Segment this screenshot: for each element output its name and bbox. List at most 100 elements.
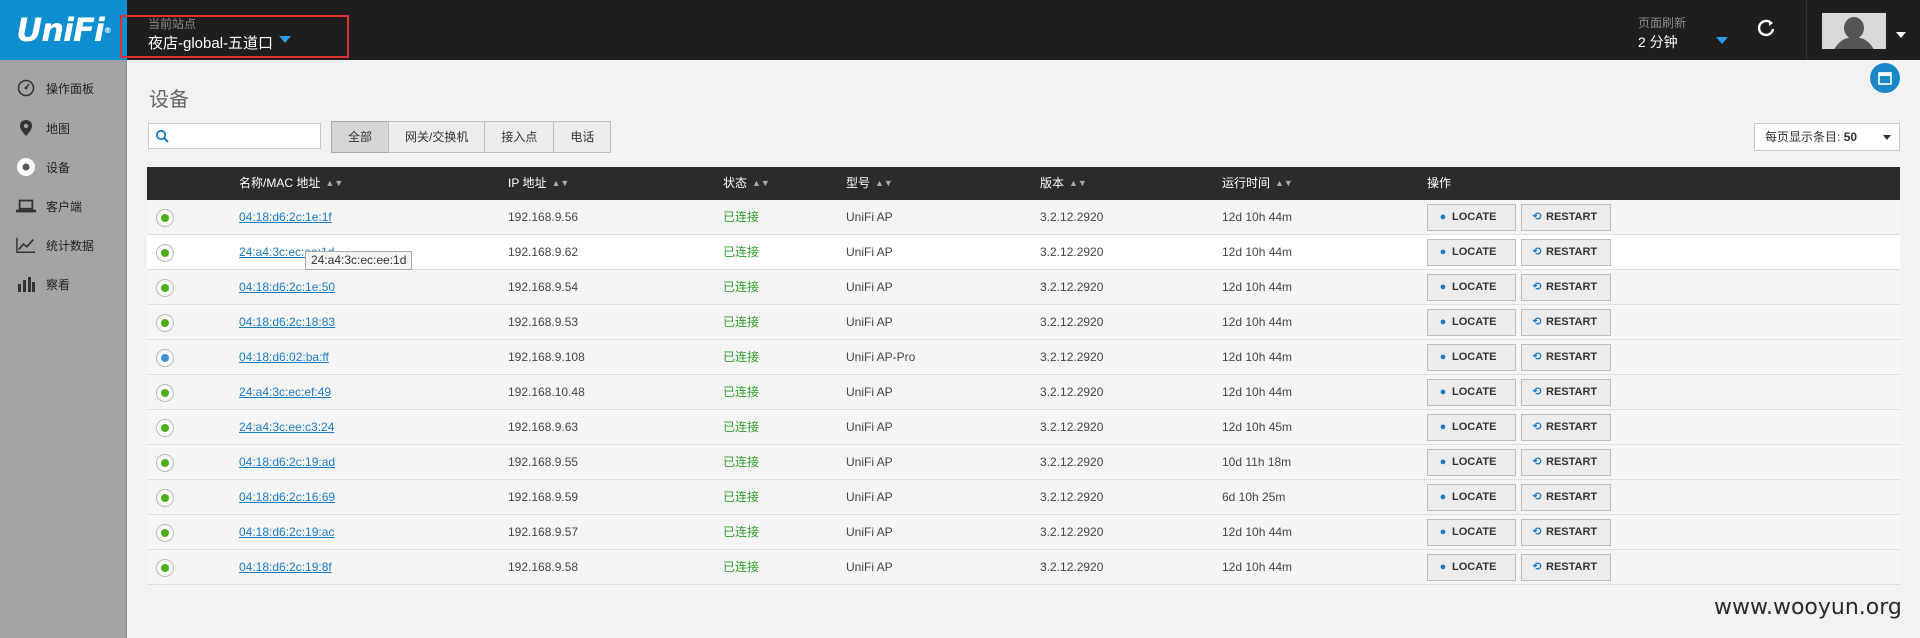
devices-table: 名称/MAC 地址 ▲▼ IP 地址 ▲▼ 状态 ▲▼ 型号 ▲▼ 版本 ▲▼ 运行时间 ▲…: [147, 167, 1900, 585]
locate-button[interactable]: ● LOCATE: [1427, 449, 1516, 476]
column-header-version[interactable]: 版本 ▲▼: [1040, 167, 1087, 200]
locate-label: LOCATE: [1452, 386, 1497, 398]
device-version: 3.2.12.2920: [1040, 525, 1104, 539]
locate-button[interactable]: ● LOCATE: [1427, 484, 1516, 511]
sidebar-item-label: 设备: [46, 160, 71, 175]
locate-button[interactable]: ● LOCATE: [1427, 274, 1516, 301]
device-status: 已连接: [723, 490, 760, 504]
restart-button[interactable]: ⟲ RESTART: [1521, 554, 1611, 581]
sidebar: 操作面板 地图 设备 客户端 统计数据 察看: [0, 60, 127, 638]
column-header-name[interactable]: 名称/MAC 地址 ▲▼: [239, 167, 343, 200]
locate-label: LOCATE: [1452, 211, 1497, 223]
restart-button[interactable]: ⟲ RESTART: [1521, 449, 1611, 476]
device-ip: 192.168.9.57: [508, 525, 579, 539]
restart-button[interactable]: ⟲ RESTART: [1521, 344, 1611, 371]
restart-button[interactable]: ⟲ RESTART: [1521, 309, 1611, 336]
restart-button[interactable]: ⟲ RESTART: [1521, 519, 1611, 546]
restart-icon: ⟲: [1532, 561, 1542, 573]
device-model: UniFi AP: [846, 210, 893, 224]
device-mac-link[interactable]: 04:18:d6:2c:19:ad: [239, 445, 335, 480]
sidebar-item-dashboard[interactable]: 操作面板: [0, 73, 127, 103]
filter-phones[interactable]: 电话: [553, 121, 612, 153]
sidebar-item-clients[interactable]: 客户端: [0, 191, 127, 221]
column-header-label: IP 地址: [508, 176, 547, 190]
sort-icon: ▲▼: [325, 178, 344, 189]
device-mac-link[interactable]: 04:18:d6:2c:19:8f: [239, 550, 332, 585]
refresh-icon[interactable]: [1755, 18, 1777, 40]
restart-button[interactable]: ⟲ RESTART: [1521, 414, 1611, 441]
locate-button[interactable]: ● LOCATE: [1427, 379, 1516, 406]
map-pin-icon: ●: [1439, 316, 1447, 328]
device-ip: 192.168.9.59: [508, 490, 579, 504]
device-mac-link[interactable]: 04:18:d6:2c:19:ac: [239, 515, 334, 550]
filter-gateways-switches[interactable]: 网关/交换机: [388, 121, 486, 153]
chevron-down-icon: [1883, 135, 1891, 140]
locate-button[interactable]: ● LOCATE: [1427, 204, 1516, 231]
sidebar-item-devices[interactable]: 设备: [0, 152, 127, 182]
locate-button[interactable]: ● LOCATE: [1427, 554, 1516, 581]
restart-label: RESTART: [1546, 491, 1598, 503]
restart-button[interactable]: ⟲ RESTART: [1521, 239, 1611, 266]
site-selector[interactable]: 夜店-global-五道口: [148, 32, 273, 53]
locate-label: LOCATE: [1452, 351, 1497, 363]
restart-label: RESTART: [1546, 421, 1598, 433]
column-header-status[interactable]: 状态 ▲▼: [723, 167, 770, 200]
map-pin-icon: ●: [1439, 211, 1447, 223]
device-mac-link[interactable]: 04:18:d6:2c:1e:1f: [239, 200, 332, 235]
restart-icon: ⟲: [1532, 281, 1542, 293]
refresh-dropdown-icon[interactable]: [1716, 37, 1728, 44]
sidebar-item-map[interactable]: 地图: [0, 113, 127, 143]
device-status-icon: [156, 244, 174, 262]
filter-access-points[interactable]: 接入点: [484, 121, 555, 153]
restart-button[interactable]: ⟲ RESTART: [1521, 204, 1611, 231]
user-menu-dropdown-icon[interactable]: [1896, 32, 1906, 38]
locate-button[interactable]: ● LOCATE: [1427, 519, 1516, 546]
column-header-label: 版本: [1040, 176, 1065, 190]
device-uptime: 12d 10h 44m: [1222, 245, 1293, 259]
site-dropdown-icon[interactable]: [279, 36, 291, 43]
avatar[interactable]: [1822, 13, 1886, 49]
sort-icon: ▲▼: [1069, 178, 1087, 189]
device-mac-link[interactable]: 04:18:d6:2c:16:69: [239, 480, 335, 515]
bar-chart-icon: [16, 274, 36, 294]
rows-per-page-select[interactable]: 每页显示条目: 50: [1754, 123, 1900, 151]
device-mac-link[interactable]: 24:a4:3c:ec:ef:49: [239, 375, 331, 410]
table-row: 04:18:d6:2c:19:ad 192.168.9.55 已连接 UniFi AP…: [147, 445, 1900, 480]
device-version: 3.2.12.2920: [1040, 420, 1104, 434]
filter-all[interactable]: 全部: [331, 121, 390, 153]
unifi-logo[interactable]: UniFi ®: [0, 0, 127, 60]
device-ip: 192.168.10.48: [508, 385, 585, 399]
device-mac-link[interactable]: 04:18:d6:2c:18:83: [239, 305, 335, 340]
device-ip: 192.168.9.53: [508, 315, 579, 329]
column-header-model[interactable]: 型号 ▲▼: [846, 167, 893, 200]
locate-button[interactable]: ● LOCATE: [1427, 414, 1516, 441]
restart-button[interactable]: ⟲ RESTART: [1521, 379, 1611, 406]
restart-button[interactable]: ⟲ RESTART: [1521, 274, 1611, 301]
column-header-uptime[interactable]: 运行时间 ▲▼: [1222, 167, 1293, 200]
search-input[interactable]: [148, 123, 321, 149]
device-mac-link[interactable]: 24:a4:3c:ee:c3:24: [239, 410, 334, 445]
mac-tooltip: 24:a4:3c:ec:ee:1d: [305, 251, 413, 270]
locate-button[interactable]: ● LOCATE: [1427, 344, 1516, 371]
locate-button[interactable]: ● LOCATE: [1427, 309, 1516, 336]
device-status-icon: [156, 314, 174, 332]
sidebar-item-label: 操作面板: [46, 81, 95, 96]
sidebar-item-insights[interactable]: 察看: [0, 269, 127, 299]
calendar-icon[interactable]: [1870, 63, 1900, 93]
column-header-ip[interactable]: IP 地址 ▲▼: [508, 167, 569, 200]
sort-icon: ▲▼: [875, 178, 893, 189]
restart-icon: ⟲: [1532, 491, 1542, 503]
device-version: 3.2.12.2920: [1040, 280, 1104, 294]
device-uptime: 12d 10h 45m: [1222, 420, 1293, 434]
restart-button[interactable]: ⟲ RESTART: [1521, 484, 1611, 511]
locate-button[interactable]: ● LOCATE: [1427, 239, 1516, 266]
restart-label: RESTART: [1546, 386, 1598, 398]
sidebar-item-statistics[interactable]: 统计数据: [0, 230, 127, 260]
device-uptime: 12d 10h 44m: [1222, 315, 1293, 329]
map-pin-icon: ●: [1439, 421, 1447, 433]
device-status-icon: [156, 419, 174, 437]
refresh-interval-select[interactable]: 2 分钟: [1638, 32, 1678, 52]
restart-icon: ⟲: [1532, 351, 1542, 363]
device-mac-link[interactable]: 04:18:d6:2c:1e:50: [239, 270, 335, 305]
device-mac-link[interactable]: 04:18:d6:02:ba:ff: [239, 340, 329, 375]
